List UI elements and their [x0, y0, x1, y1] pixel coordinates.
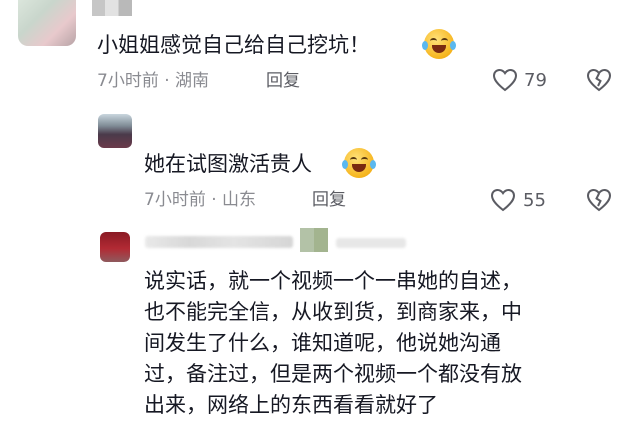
avatar[interactable] — [100, 232, 130, 262]
like-count: 55 — [523, 190, 546, 211]
username-redacted — [145, 236, 293, 248]
laughing-tears-emoji-icon — [422, 29, 456, 59]
reply-button[interactable]: 回复 — [266, 73, 300, 90]
comment-text-line: 出来，网络上的东西看看就好了 — [144, 393, 438, 417]
avatar[interactable] — [98, 114, 132, 148]
avatar[interactable] — [18, 0, 76, 46]
comment-text-line: 说实话，就一个视频一个一串她的自述， — [144, 269, 522, 293]
comment-meta: 7小时前 · 山东 — [144, 190, 257, 210]
username-redacted — [300, 228, 328, 252]
laughing-tears-emoji-icon — [342, 148, 376, 178]
comment-text-line: 过，备注过，但是两个视频一个都没有放 — [144, 362, 522, 386]
comment-meta-redacted — [336, 238, 406, 248]
like-count: 79 — [524, 70, 547, 91]
reply-button[interactable]: 回复 — [312, 192, 346, 209]
comment-text-line: 也不能完全信，从收到货，到商家来，中 — [144, 300, 522, 324]
broken-heart-icon[interactable] — [586, 188, 612, 212]
heart-outline-icon[interactable] — [490, 188, 516, 212]
comment-text: 说实话，就一个视频一个一串她的自述， 也不能完全信，从收到货，到商家来，中 间发… — [144, 266, 614, 421]
comment-text-line: 间发生了什么，谁知道呢，他说她沟通 — [144, 331, 501, 355]
username-redacted — [92, 0, 132, 16]
comment-meta: 7小时前 · 湖南 — [97, 71, 210, 91]
comment-text: 小姐姐感觉自己给自己挖坑！ — [97, 33, 370, 57]
comment-text: 她在试图激活贵人 — [144, 152, 312, 176]
heart-outline-icon[interactable] — [492, 68, 518, 92]
broken-heart-icon[interactable] — [586, 68, 612, 92]
